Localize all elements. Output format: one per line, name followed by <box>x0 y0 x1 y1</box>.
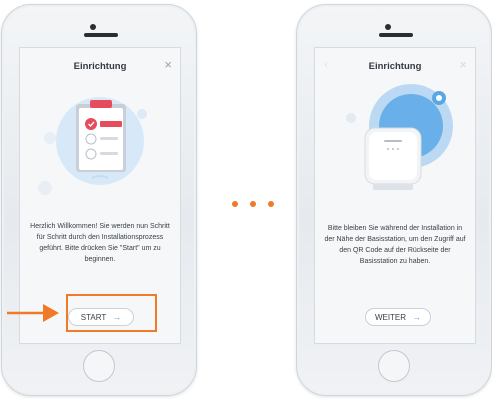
earpiece-speaker <box>379 33 413 37</box>
close-icon[interactable]: × <box>459 58 467 71</box>
bubble-decoration <box>346 113 356 123</box>
start-button-highlight <box>66 294 157 332</box>
bubble-decoration <box>38 181 52 195</box>
base-station-illustration <box>346 84 453 190</box>
bubble-decoration <box>44 132 56 144</box>
welcome-text: Herzlich Willkommen! Sie werden nun Schr… <box>30 223 170 263</box>
clipboard-icon <box>76 100 126 172</box>
phone-frame-left: Einrichtung × Herzlich Willkommen! Sie w… <box>1 4 197 396</box>
screen-title: Einrichtung <box>368 61 422 72</box>
camera-dot <box>385 24 391 30</box>
instruction-text: Bitte bleiben Sie während der Installati… <box>324 225 466 265</box>
earpiece-speaker <box>84 33 118 37</box>
weiter-button[interactable]: WEITER → <box>365 308 431 326</box>
base-station-icon <box>364 127 422 190</box>
instruction-graphic: Einrichtung × Herzlich Willkommen! Sie w… <box>0 0 492 399</box>
bubble-decoration <box>436 95 442 101</box>
close-icon[interactable]: × <box>164 58 172 71</box>
pointer-arrow-icon <box>7 304 59 322</box>
home-button[interactable] <box>83 350 115 382</box>
ellipsis-icon <box>232 201 274 207</box>
arrow-right-icon: → <box>412 312 422 322</box>
screen-title: Einrichtung <box>73 61 127 72</box>
weiter-button-label: WEITER <box>374 312 407 322</box>
home-button[interactable] <box>378 350 410 382</box>
checklist-illustration <box>38 97 147 195</box>
bubble-decoration <box>137 109 147 119</box>
phone-frame-right: ‹ Einrichtung × Bitte bleiben Sie währen… <box>296 4 492 396</box>
camera-dot <box>90 24 96 30</box>
phone-screen-right: ‹ Einrichtung × Bitte bleiben Sie währen… <box>314 47 476 344</box>
